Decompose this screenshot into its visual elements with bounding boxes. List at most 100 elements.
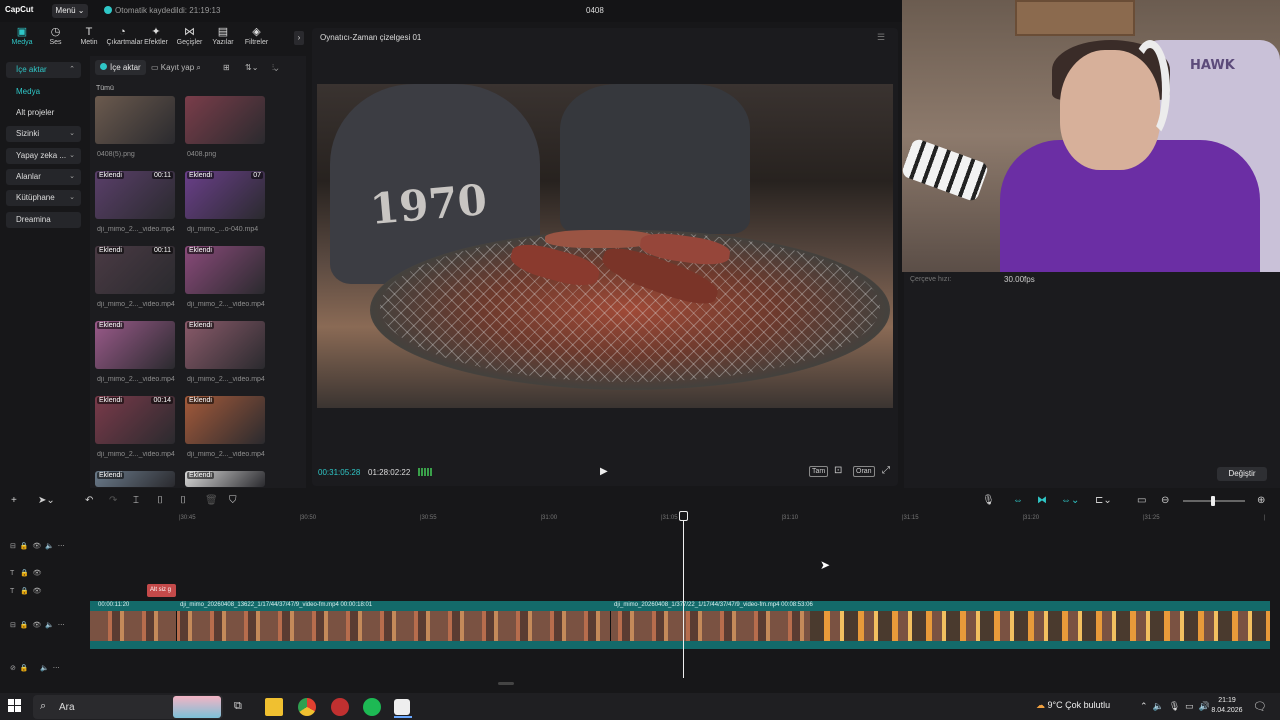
menu-button[interactable]: Menü ⌄ — [52, 4, 88, 18]
sidebar-item-0[interactable]: İçe aktar ⌃ — [6, 62, 81, 78]
mouse-cursor-icon: ➤ — [820, 558, 831, 572]
added-badge: Eklendi — [97, 472, 124, 479]
change-button[interactable]: Değiştir — [1217, 467, 1267, 481]
split-icon[interactable]: ⌶ — [133, 495, 139, 506]
autosave-text: Otomatik kaydedildi: 21:19:13 — [115, 6, 221, 15]
spotify-icon[interactable] — [363, 698, 381, 716]
sidebar-item-label: Dreamina — [16, 215, 51, 224]
effects-icon: ✦ — [151, 26, 161, 38]
toolbar-more-button[interactable]: › — [294, 31, 304, 45]
captions-icon: ▤ — [217, 26, 229, 38]
video-clip-thumbnails-fire[interactable] — [810, 611, 1270, 641]
chrome-icon[interactable] — [298, 698, 316, 716]
sort-icon[interactable]: ⇅⌄ — [240, 60, 263, 75]
tab-effects[interactable]: ✦ Efektler — [140, 26, 172, 46]
media-thumbnail[interactable]: Eklendi 00:11 — [95, 246, 175, 294]
media-thumbnail[interactable]: Eklendi 00:14 — [95, 396, 175, 444]
auto-snap-icon[interactable]: ⧓ — [1037, 495, 1047, 506]
preview-axis-icon[interactable]: ⊏⌄ — [1095, 495, 1112, 506]
caption-icon[interactable]: ▭ — [1137, 495, 1146, 506]
sidebar-item-2[interactable]: Alt projeler — [6, 105, 81, 121]
tab-filters[interactable]: ◈ Filtreler — [241, 26, 273, 46]
weather-text: 9°C Çok bulutlu — [1047, 700, 1111, 710]
file-explorer-icon[interactable] — [265, 698, 283, 716]
obs-icon[interactable] — [331, 698, 349, 716]
timeline-scrollbar[interactable] — [498, 682, 514, 685]
track-controls-text-2[interactable]: T 🔒 👁 — [10, 587, 41, 595]
playhead-line[interactable] — [683, 512, 684, 678]
split-left-icon[interactable]: ⌷ — [157, 495, 163, 506]
undo-icon[interactable]: ↶ — [85, 495, 93, 506]
player-title: Oynatıcı-Zaman çizelgesi 01 — [320, 33, 422, 42]
task-view-icon[interactable]: ⧉ — [234, 700, 242, 713]
sidebar-item-4[interactable]: Yapay zeka ... ⌄ — [6, 148, 81, 164]
app-logo: CapCut — [5, 5, 34, 14]
play-button[interactable]: ▶ — [600, 466, 608, 477]
system-tray[interactable]: ⌃ 🔈 🎙 ▭ 🔊 — [1140, 701, 1210, 712]
split-right-icon[interactable]: ⌷ — [180, 495, 186, 506]
media-thumbnail[interactable]: Eklendi 00:11 — [95, 171, 175, 219]
zoom-in-icon[interactable]: ⊕ — [1257, 495, 1265, 506]
media-thumbnail[interactable]: Eklendi — [185, 246, 265, 294]
sidebar-item-label: Medya — [16, 87, 41, 96]
chevron-icon: ⌄ — [69, 152, 75, 159]
track-controls-audio[interactable]: ⊘ 🔒 🔈 ⋯ — [10, 664, 60, 672]
add-track-icon[interactable]: + — [11, 495, 17, 506]
added-badge: Eklendi — [187, 322, 214, 329]
record-audio-icon[interactable]: 🎙 — [982, 495, 995, 506]
media-thumbnail[interactable]: Eklendi — [95, 471, 175, 487]
windows-start-icon[interactable] — [8, 699, 21, 712]
player-menu-icon[interactable]: ☰ — [877, 32, 885, 43]
ratio-button[interactable]: Oran — [853, 466, 875, 477]
weather-widget[interactable]: ☁ 9°C Çok bulutlu — [1036, 700, 1110, 711]
tab-text[interactable]: T Metin — [73, 26, 105, 46]
zoom-slider-handle[interactable] — [1211, 496, 1215, 506]
tab-sticker[interactable]: ◔ Çıkartmalar — [107, 26, 143, 46]
text-clip[interactable]: Alt siz g — [147, 584, 176, 597]
sidebar-item-3[interactable]: Sizinki ⌄ — [6, 126, 81, 142]
filter-icon[interactable]: ⫶⌄ — [267, 60, 283, 75]
sidebar-item-label: Yapay zeka ... — [16, 151, 67, 160]
tab-transitions[interactable]: ⋈ Geçişler — [174, 26, 206, 46]
track-controls-text-1[interactable]: T 🔒 👁 — [10, 569, 41, 577]
tab-captions[interactable]: ▤ Yazılar — [207, 26, 239, 46]
taskbar-clock[interactable]: 21:19 8.04.2026 — [1206, 696, 1248, 716]
sidebar-item-6[interactable]: Kütüphane ⌄ — [6, 190, 81, 206]
sidebar-item-1[interactable]: Medya — [6, 84, 81, 100]
track-controls-overlay[interactable]: ⊟ 🔒 👁 🔈 ⋯ — [10, 542, 65, 550]
fullscreen-icon[interactable]: ⤢ — [882, 465, 890, 476]
fullres-button[interactable]: Tam — [809, 466, 829, 477]
marker-icon[interactable]: ⛉ — [229, 495, 237, 506]
capcut-taskbar-icon[interactable] — [394, 699, 410, 715]
notification-icon[interactable]: 🗨 — [1253, 700, 1267, 713]
linkage-icon[interactable]: ⇔⌄ — [1061, 495, 1079, 506]
media-thumbnail[interactable]: Eklendi 07 — [185, 171, 265, 219]
track-controls-main[interactable]: ⊟ 🔒 👁 🔈 ⋯ — [10, 621, 65, 629]
fps-value: 30.00fps — [1004, 275, 1035, 284]
audio-waveform-strip[interactable] — [90, 641, 1270, 649]
search-icon[interactable]: ⌕ — [196, 63, 200, 72]
grid-view-icon[interactable]: ⊞ — [218, 60, 235, 75]
webcam-headphones — [1130, 40, 1170, 140]
import-button[interactable]: İçe aktar — [95, 60, 146, 75]
tab-audio[interactable]: ◷ Ses — [40, 26, 72, 46]
record-button[interactable]: ▭ Kayıt yap ⌕ — [146, 60, 206, 75]
media-thumbnail[interactable] — [185, 96, 265, 144]
media-thumbnail[interactable]: Eklendi — [185, 471, 265, 487]
media-thumbnail[interactable]: Eklendi — [185, 396, 265, 444]
playhead-handle[interactable] — [679, 511, 688, 521]
magnet-link-icon[interactable]: ⇔ — [1013, 495, 1023, 506]
zoom-out-icon[interactable]: ⊖ — [1161, 495, 1169, 506]
tab-media[interactable]: ▣ Medya — [6, 26, 38, 46]
category-all[interactable]: Tümü — [96, 85, 114, 92]
sidebar-item-5[interactable]: Alanlar ⌄ — [6, 169, 81, 185]
sidebar-item-label: Alanlar — [16, 172, 41, 181]
delete-icon[interactable]: 🗑 — [205, 495, 218, 506]
redo-icon[interactable]: ↷ — [109, 495, 117, 506]
media-thumbnail[interactable]: Eklendi — [95, 321, 175, 369]
snapshot-icon[interactable]: ⊡ — [834, 465, 842, 476]
select-tool-icon[interactable]: ➤⌄ — [38, 495, 55, 506]
media-thumbnail[interactable]: Eklendi — [185, 321, 265, 369]
media-thumbnail[interactable] — [95, 96, 175, 144]
sidebar-item-7[interactable]: Dreamina — [6, 212, 81, 228]
